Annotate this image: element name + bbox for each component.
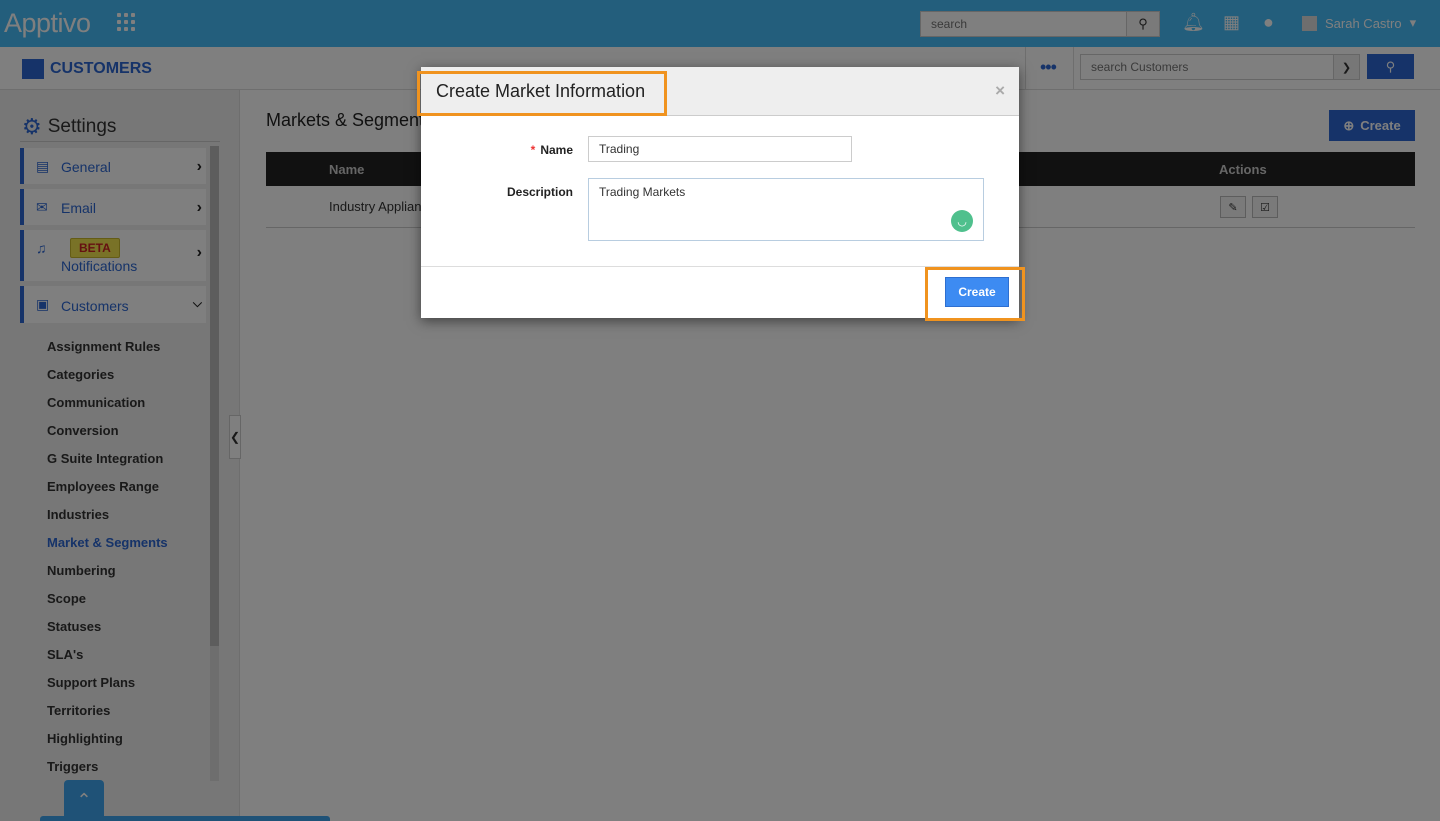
highlight-create-button [925,267,1025,321]
description-field[interactable]: Trading Markets [588,178,984,241]
highlight-title [417,71,667,116]
description-label: Description [506,185,573,199]
name-label: * Name [530,143,573,157]
name-field[interactable] [588,136,852,162]
grammarly-icon[interactable]: ◡ [951,210,973,232]
close-icon[interactable]: × [995,81,1005,101]
